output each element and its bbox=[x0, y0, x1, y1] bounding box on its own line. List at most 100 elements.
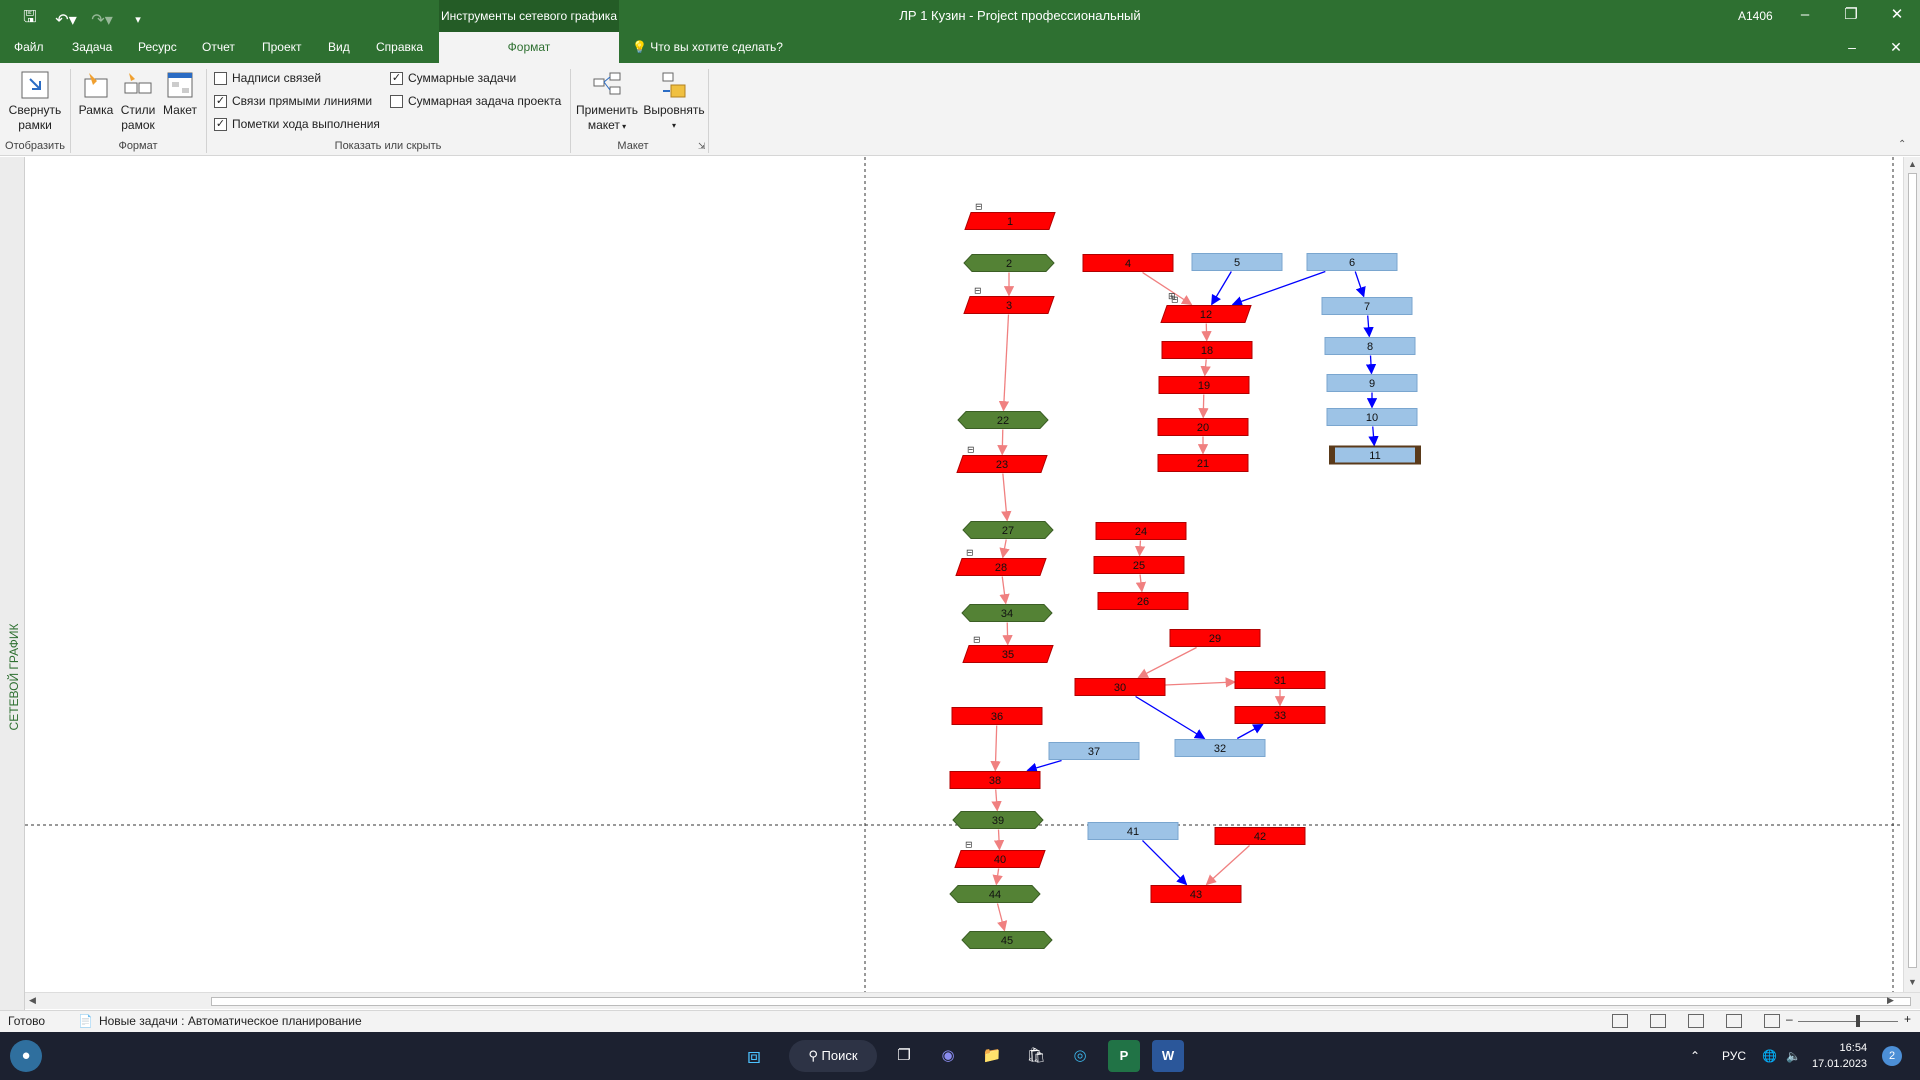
dependency-link-29-30[interactable] bbox=[1137, 646, 1197, 679]
dependency-link-42-43[interactable] bbox=[1205, 845, 1250, 886]
task-node-24[interactable]: 24 bbox=[1095, 522, 1187, 540]
dependency-link-40-44[interactable] bbox=[992, 868, 1003, 886]
task-node-26[interactable]: 26 bbox=[1097, 592, 1189, 610]
dependency-link-19-20[interactable] bbox=[1198, 394, 1209, 419]
task-node-42[interactable]: 42 bbox=[1214, 827, 1306, 845]
store-icon[interactable]: 🛍 bbox=[1020, 1040, 1052, 1072]
user-name[interactable]: A1406 bbox=[1738, 0, 1773, 32]
collapse-frames-button[interactable]: Свернуть рамки bbox=[6, 69, 64, 133]
task-node-40[interactable]: ⊟ 40 bbox=[954, 841, 1046, 868]
view-task-usage-icon[interactable] bbox=[1650, 1014, 1666, 1028]
apply-layout-button[interactable]: Применить макет ▾ bbox=[574, 69, 640, 134]
word-app-icon[interactable]: W bbox=[1152, 1040, 1184, 1072]
windows-start-icon[interactable]: ⧈ bbox=[738, 1040, 770, 1072]
view-team-planner-icon[interactable] bbox=[1688, 1014, 1704, 1028]
tab-view[interactable]: Вид bbox=[318, 32, 360, 63]
dependency-link-36-38[interactable] bbox=[990, 725, 1001, 772]
collapse-ribbon-icon[interactable]: ⌃ bbox=[1898, 139, 1906, 150]
view-report-icon[interactable] bbox=[1764, 1014, 1780, 1028]
task-node-7[interactable]: 7 bbox=[1321, 297, 1413, 315]
horizontal-scroll-thumb[interactable] bbox=[211, 997, 1911, 1006]
task-node-44[interactable]: 44 bbox=[949, 885, 1041, 903]
zoom-out-icon[interactable]: – bbox=[1786, 1012, 1793, 1026]
task-view-icon[interactable]: ❐ bbox=[888, 1040, 920, 1072]
network-icon[interactable]: 🌐 bbox=[1762, 1032, 1777, 1080]
checkbox-project-summary[interactable]: Суммарная задача проекта bbox=[390, 94, 561, 108]
tell-me-search[interactable]: 💡 Что вы хотите сделать? bbox=[632, 32, 783, 63]
frame-button[interactable]: Рамка bbox=[76, 69, 116, 118]
task-node-25[interactable]: 25 bbox=[1093, 556, 1185, 574]
checkbox-box[interactable]: ✓ bbox=[214, 117, 227, 131]
horizontal-scrollbar[interactable]: ◀ ▶ bbox=[25, 992, 1920, 1009]
close-icon[interactable]: ✕ bbox=[1874, 0, 1920, 32]
dependency-link-32-33[interactable] bbox=[1236, 723, 1264, 740]
task-node-45[interactable]: 45 bbox=[961, 931, 1053, 949]
vertical-scroll-thumb[interactable] bbox=[1908, 173, 1917, 968]
tab-format[interactable]: Формат bbox=[439, 32, 619, 63]
tray-chevron-icon[interactable]: ⌃ bbox=[1690, 1032, 1700, 1080]
layout-button[interactable]: Макет bbox=[160, 69, 200, 118]
collapse-marker-icon[interactable]: ⊟ bbox=[975, 203, 983, 213]
task-node-10[interactable]: 10 bbox=[1326, 408, 1418, 426]
checkbox-box[interactable]: ✓ bbox=[390, 71, 403, 85]
checkbox-box[interactable]: ✓ bbox=[214, 94, 227, 108]
task-node-8[interactable]: 8 bbox=[1324, 337, 1416, 355]
align-button[interactable]: Выровнять ▾ bbox=[642, 69, 706, 133]
zoom-slider-thumb[interactable] bbox=[1856, 1015, 1860, 1027]
dependency-link-6-12[interactable] bbox=[1231, 270, 1326, 307]
scroll-right-icon[interactable]: ▶ bbox=[1887, 995, 1894, 1006]
volume-icon[interactable]: 🔈 bbox=[1786, 1032, 1801, 1080]
clock[interactable]: 16:54 17.01.2023 bbox=[1812, 1040, 1867, 1072]
undo-icon[interactable]: ↶▾ bbox=[52, 10, 80, 30]
task-node-2[interactable]: 2 bbox=[963, 254, 1055, 272]
dependency-link-39-40[interactable] bbox=[993, 829, 1005, 851]
dependency-link-6-7[interactable] bbox=[1354, 271, 1366, 298]
task-node-28[interactable]: ⊟ 28 bbox=[955, 549, 1047, 576]
task-node-31[interactable]: 31 bbox=[1234, 671, 1326, 689]
tab-project[interactable]: Проект bbox=[252, 32, 312, 63]
dependency-link-22-23[interactable] bbox=[997, 429, 1008, 456]
dependency-link-27-28[interactable] bbox=[999, 539, 1010, 559]
task-node-1[interactable]: ⊟1 bbox=[964, 203, 1056, 230]
checkbox-box[interactable] bbox=[214, 71, 227, 85]
task-node-29[interactable]: 29 bbox=[1169, 629, 1261, 647]
dependency-link-10-11[interactable] bbox=[1368, 426, 1379, 447]
view-gantt-icon[interactable] bbox=[1612, 1014, 1628, 1028]
edge-icon[interactable]: ◎ bbox=[1064, 1040, 1096, 1072]
network-diagram[interactable]: ⊟ 1 2 ⊟ 3 4 5 6 7 8 9 10 11 ⊟ 12 18 19 20 21 22 ⊟ 23 24 25 26 27 ⊟… bbox=[25, 157, 1905, 992]
dependency-link-24-25[interactable] bbox=[1134, 540, 1146, 557]
task-node-5[interactable]: 5 bbox=[1191, 253, 1283, 271]
checkbox-summary-tasks[interactable]: ✓ Суммарные задачи bbox=[390, 71, 516, 85]
dependency-link-41-43[interactable] bbox=[1142, 840, 1188, 886]
task-node-19[interactable]: 19 bbox=[1158, 376, 1250, 394]
dependency-link-34-35[interactable] bbox=[1002, 622, 1013, 646]
view-resource-sheet-icon[interactable] bbox=[1726, 1014, 1742, 1028]
task-node-34[interactable]: 34 bbox=[961, 604, 1053, 622]
restore-icon[interactable]: ❐ bbox=[1828, 0, 1874, 32]
ribbon-options-icon[interactable]: – bbox=[1832, 32, 1872, 63]
dependency-link-3-22[interactable] bbox=[998, 314, 1010, 412]
collapse-marker-icon[interactable]: ⊟ bbox=[974, 287, 982, 297]
collapse-marker-icon[interactable]: ⊟ bbox=[965, 841, 973, 851]
zoom-slider[interactable] bbox=[1798, 1021, 1898, 1022]
task-node-18[interactable]: 18 bbox=[1161, 341, 1253, 359]
dependency-link-23-27[interactable] bbox=[1001, 473, 1012, 522]
dependency-link-18-19[interactable] bbox=[1200, 359, 1211, 377]
chat-icon[interactable]: ◉ bbox=[932, 1040, 964, 1072]
tab-task[interactable]: Задача bbox=[62, 32, 122, 63]
tab-report[interactable]: Отчет bbox=[192, 32, 245, 63]
project-app-icon[interactable]: P bbox=[1108, 1040, 1140, 1072]
scroll-down-icon[interactable]: ▼ bbox=[1908, 977, 1917, 987]
frame-styles-button[interactable]: Стили рамок bbox=[118, 69, 158, 133]
task-node-41[interactable]: 41 bbox=[1087, 822, 1179, 840]
dependency-link-25-26[interactable] bbox=[1135, 574, 1147, 593]
dependency-link-4-12[interactable] bbox=[1142, 271, 1193, 306]
dependency-link-44-45[interactable] bbox=[996, 903, 1008, 932]
task-node-39[interactable]: 39 bbox=[952, 811, 1044, 829]
task-node-30[interactable]: 30 bbox=[1074, 678, 1166, 696]
dependency-link-7-8[interactable] bbox=[1363, 315, 1374, 338]
zoom-in-icon[interactable]: + bbox=[1904, 1012, 1911, 1026]
scroll-up-icon[interactable]: ▲ bbox=[1908, 159, 1917, 169]
collapse-marker-icon[interactable]: ⊟ bbox=[966, 549, 974, 559]
collapse-marker-icon[interactable]: ⊟ bbox=[967, 446, 975, 456]
